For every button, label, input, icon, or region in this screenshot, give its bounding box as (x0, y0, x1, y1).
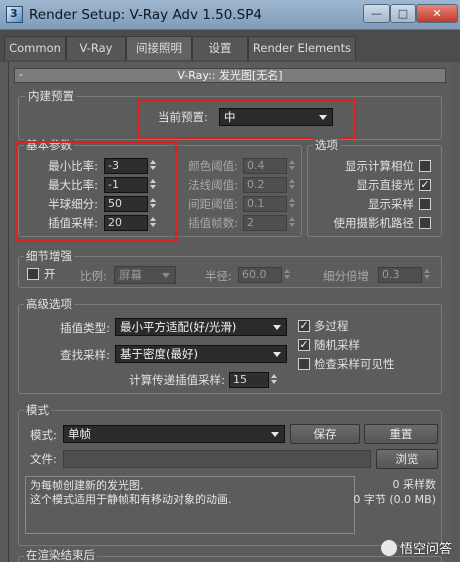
mode-description-line-1: 为每帧创建新的发光图. (30, 479, 144, 492)
browse-button[interactable]: 浏览 (376, 449, 438, 469)
maximize-button[interactable]: □ (390, 4, 416, 23)
speech-bubble-icon (380, 540, 397, 556)
color-threshold-spinner[interactable] (288, 158, 296, 174)
advanced-options-label: 高级选项 (24, 297, 74, 311)
irradiance-map-rollout[interactable]: - V-Ray:: 发光图[无名] (14, 68, 446, 83)
normal-threshold-label: 法线阈值: (188, 178, 238, 192)
lookup-label: 查找采样: (60, 348, 110, 362)
detail-on-label: 开 (44, 267, 56, 281)
use-camera-path-checkbox[interactable] (419, 217, 431, 229)
samples-count: 0 采样数 (392, 478, 437, 491)
current-preset-dropdown[interactable]: 中 (219, 108, 333, 126)
detail-on-checkbox[interactable] (27, 268, 39, 280)
interp-frames-spinner[interactable] (288, 215, 296, 231)
min-rate-spinner[interactable] (149, 158, 157, 174)
save-button[interactable]: 保存 (290, 424, 360, 444)
normal-threshold-input[interactable]: 0.2 (243, 177, 287, 193)
interp-frames-input[interactable]: 2 (243, 215, 287, 231)
reset-button[interactable]: 重置 (364, 424, 438, 444)
radius-input[interactable]: 60.0 (238, 267, 282, 283)
file-label: 文件: (30, 452, 57, 466)
tab-render-elements[interactable]: Render Elements (248, 36, 356, 60)
scale-dropdown[interactable]: 屏幕 (114, 266, 176, 284)
tab-common[interactable]: Common (4, 36, 66, 60)
chevron-down-icon (319, 115, 327, 120)
tab-settings[interactable]: 设置 (192, 36, 248, 60)
chevron-down-icon (273, 325, 281, 330)
on-render-end-label: 在渲染结束后 (24, 548, 97, 562)
interp-frames-label: 插值帧数: (188, 216, 238, 230)
tab-vray[interactable]: V-Ray (66, 36, 126, 60)
max-rate-spinner[interactable] (149, 177, 157, 193)
tab-indirect-illumination[interactable]: 间接照明 (126, 36, 192, 60)
interp-type-dropdown[interactable]: 最小平方适配(好/光滑) (115, 318, 287, 336)
window-title: Render Setup: V-Ray Adv 1.50.SP4 (29, 7, 262, 23)
radius-spinner[interactable] (283, 267, 291, 283)
interp-samples-input[interactable]: 20 (104, 215, 148, 231)
chevron-down-icon (273, 352, 281, 357)
hsph-subdivs-spinner[interactable] (149, 196, 157, 212)
randomize-label: 随机采样 (314, 338, 360, 352)
check-visibility-checkbox[interactable] (298, 358, 310, 370)
radius-label: 半径: (205, 269, 232, 283)
options-label: 选项 (313, 138, 340, 152)
watermark: 悟空问答 (380, 538, 452, 557)
hsph-subdivs-input[interactable]: 50 (104, 196, 148, 212)
interp-samples-label: 插值采样: (48, 216, 98, 230)
calc-interp-input[interactable]: 15 (229, 372, 269, 388)
hsph-subdivs-label: 半球细分: (48, 197, 98, 211)
multipass-label: 多过程 (314, 319, 349, 333)
check-visibility-label: 检查采样可见性 (314, 357, 395, 371)
multipass-checkbox[interactable]: ✓ (298, 320, 310, 332)
chevron-down-icon (271, 432, 279, 437)
show-samples-label: 显示采样 (368, 197, 414, 211)
show-calc-phase-checkbox[interactable] (419, 160, 431, 172)
distance-threshold-spinner[interactable] (288, 196, 296, 212)
minimize-button[interactable]: — (363, 4, 390, 23)
mode-description: 为每帧创建新的发光图. 这个模式适用于静帧和有移动对象的动画. (25, 476, 355, 534)
chevron-down-icon (162, 273, 170, 278)
interp-samples-spinner[interactable] (149, 215, 157, 231)
mode-label: 模式: (30, 428, 57, 442)
color-threshold-input[interactable]: 0.4 (243, 158, 287, 174)
use-camera-path-label: 使用摄影机路径 (333, 216, 415, 230)
show-direct-light-label: 显示直接光 (356, 178, 415, 192)
distance-threshold-input[interactable]: 0.1 (243, 196, 287, 212)
rollout-title: V-Ray:: 发光图[无名] (177, 69, 283, 82)
subdivs-mult-label: 细分倍增 (323, 269, 369, 283)
max-rate-input[interactable]: -1 (104, 177, 148, 193)
show-direct-light-checkbox[interactable]: ✓ (419, 179, 431, 191)
current-preset-label: 当前预置: (158, 110, 208, 124)
mode-description-line-2: 这个模式适用于静帧和有移动对象的动画. (30, 493, 232, 506)
bytes-count: 0 字节 (0.0 MB) (353, 493, 436, 506)
min-rate-input[interactable]: -3 (104, 158, 148, 174)
mode-dropdown[interactable]: 单帧 (63, 425, 285, 443)
scale-label: 比例: (80, 269, 107, 283)
subdivs-mult-spinner[interactable] (423, 267, 431, 283)
app-icon: 3 (6, 6, 23, 23)
max-rate-label: 最大比率: (48, 178, 98, 192)
calc-interp-label: 计算传递插值采样: (129, 373, 225, 387)
show-samples-checkbox[interactable] (419, 198, 431, 210)
subdivs-mult-input[interactable]: 0.3 (378, 267, 422, 283)
detail-enhancement-label: 细节增强 (24, 249, 74, 263)
show-calc-phase-label: 显示计算相位 (345, 159, 414, 173)
builtin-presets-label: 内建预置 (26, 89, 76, 103)
mode-group-label: 模式 (24, 403, 51, 417)
randomize-checkbox[interactable]: ✓ (298, 339, 310, 351)
distance-threshold-label: 间距阈值: (188, 197, 238, 211)
min-rate-label: 最小比率: (48, 159, 98, 173)
lookup-dropdown[interactable]: 基于密度(最好) (115, 345, 287, 363)
calc-interp-spinner[interactable] (270, 372, 278, 388)
normal-threshold-spinner[interactable] (288, 177, 296, 193)
close-button[interactable]: ✕ (416, 4, 458, 23)
color-threshold-label: 颜色阈值: (188, 159, 238, 173)
file-path-input[interactable] (63, 450, 371, 468)
interp-type-label: 插值类型: (60, 321, 110, 335)
